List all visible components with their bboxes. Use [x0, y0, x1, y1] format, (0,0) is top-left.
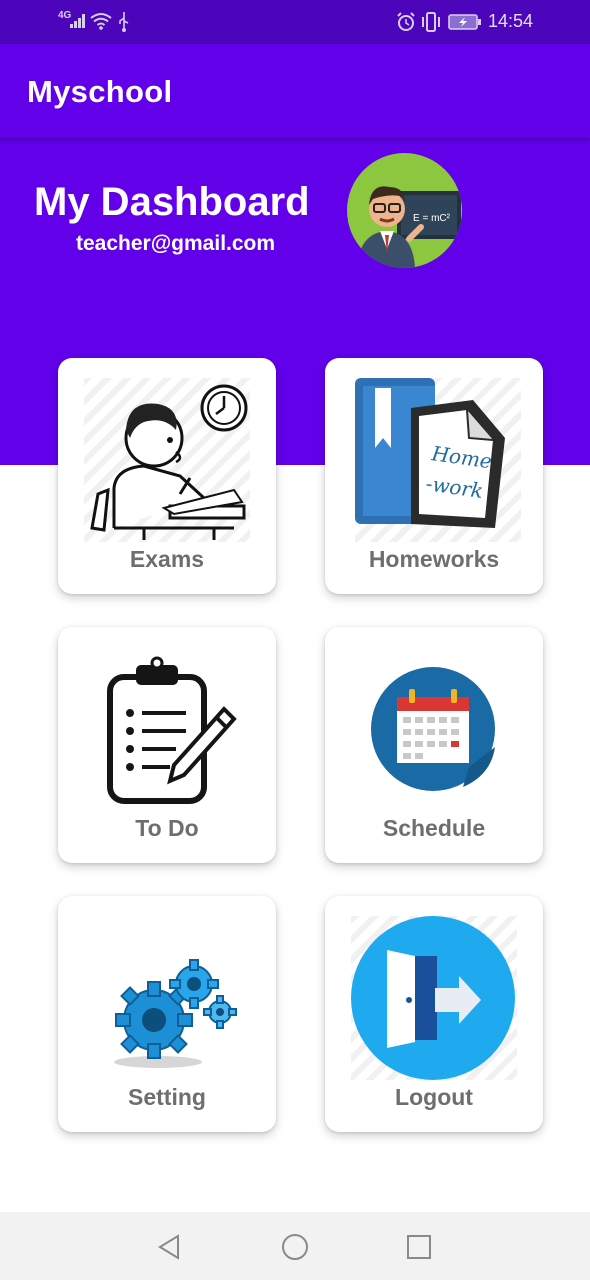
schedule-tile[interactable]: Schedule [325, 627, 543, 863]
clipboard-icon [84, 647, 250, 811]
exam-icon [84, 378, 250, 542]
home-icon[interactable] [278, 1230, 312, 1264]
todo-tile[interactable]: To Do [58, 627, 276, 863]
back-icon[interactable] [152, 1230, 186, 1264]
teacher-icon: E = mC² [357, 186, 461, 268]
status-bar: 4G 14:54 [0, 0, 590, 44]
gears-icon [84, 916, 250, 1080]
wifi-icon [90, 13, 112, 30]
tile-label: Schedule [382, 815, 486, 841]
system-nav-bar [0, 1212, 590, 1280]
board-text: E = mC² [413, 213, 451, 224]
logout-tile[interactable]: Logout [325, 896, 543, 1132]
tile-label: Exams [129, 546, 205, 572]
setting-tile[interactable]: Setting [58, 896, 276, 1132]
alarm-icon [397, 12, 415, 31]
tile-label: Homeworks [368, 546, 500, 572]
tile-label: Logout [395, 1084, 473, 1110]
tile-label: To Do [135, 815, 199, 841]
clock: 14:54 [488, 11, 534, 31]
app-bar: Myschool [0, 44, 590, 138]
app-title: Myschool [27, 74, 173, 109]
page-title: My Dashboard [34, 180, 310, 224]
avatar[interactable]: E = mC² [347, 153, 462, 268]
exams-tile[interactable]: Exams [58, 358, 276, 594]
battery-icon [448, 14, 481, 30]
logout-icon [351, 916, 517, 1080]
recents-icon[interactable] [402, 1230, 436, 1264]
signal-icon [70, 14, 85, 28]
tile-label: Setting [128, 1084, 206, 1110]
calendar-icon [351, 647, 517, 811]
homeworks-tile[interactable]: Home -work Homeworks [325, 358, 543, 594]
homework-icon: Home -work [355, 378, 521, 542]
vibrate-icon [422, 12, 440, 32]
usb-icon [119, 12, 129, 32]
user-email: teacher@gmail.com [76, 232, 276, 255]
